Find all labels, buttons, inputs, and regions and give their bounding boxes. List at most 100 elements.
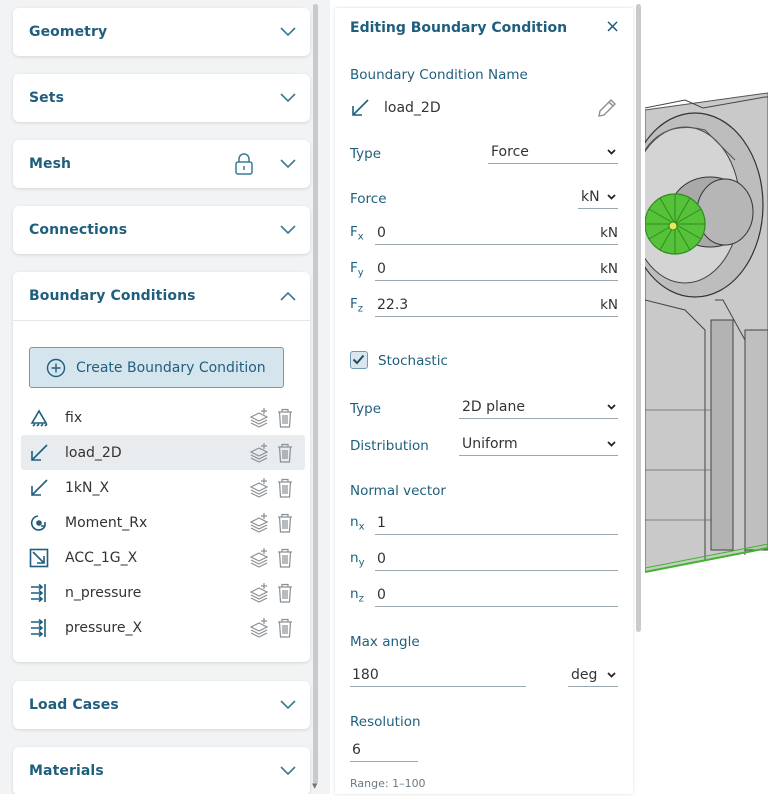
force-arrow-icon [31, 478, 48, 496]
list-item[interactable]: pressure_X [21, 610, 305, 645]
add-to-load-case-icon[interactable] [249, 617, 269, 639]
name-row: load_2D [350, 96, 618, 120]
section-geometry[interactable]: Geometry [13, 8, 310, 56]
section-load-cases-header[interactable]: Load Cases [13, 681, 310, 729]
fixed-support-icon [30, 408, 48, 427]
edit-pencil-icon[interactable] [596, 97, 618, 119]
name-value[interactable]: load_2D [384, 100, 596, 116]
stochastic-checkbox[interactable] [350, 351, 368, 369]
close-icon[interactable]: × [605, 18, 620, 36]
chevron-down-icon[interactable] [280, 225, 296, 235]
nz-input[interactable]: 0 [375, 583, 618, 607]
section-connections-header[interactable]: Connections [13, 206, 310, 254]
section-materials[interactable]: Materials [13, 747, 310, 794]
chevron-down-icon[interactable] [280, 93, 296, 103]
list-item-label: pressure_X [65, 619, 143, 636]
trash-icon[interactable] [275, 477, 295, 499]
list-item[interactable]: ACC_1G_X [21, 540, 305, 575]
section-sets-header[interactable]: Sets [13, 74, 310, 122]
max-angle-label: Max angle [350, 634, 420, 650]
list-item[interactable]: 1kN_X [21, 470, 305, 505]
resolution-range-hint: Range: 1–100 [350, 777, 426, 790]
section-title: Connections [29, 222, 128, 238]
trash-icon[interactable] [275, 582, 295, 604]
section-title: Sets [29, 90, 65, 106]
chevron-down-icon [607, 671, 616, 678]
section-materials-header[interactable]: Materials [13, 747, 310, 794]
chevron-down-icon[interactable] [280, 159, 296, 169]
stochastic-type-select[interactable]: 2D plane [459, 395, 618, 419]
list-item-label: 1kN_X [65, 479, 110, 496]
add-to-load-case-icon[interactable] [249, 512, 269, 534]
force-unit-value: kN [581, 188, 600, 205]
add-to-load-case-icon[interactable] [249, 582, 269, 604]
chevron-down-icon[interactable] [280, 766, 296, 776]
fz-input[interactable]: 22.3 kN [375, 293, 618, 317]
3d-viewport[interactable] [626, 0, 768, 794]
force-unit-select[interactable]: kN [578, 185, 618, 209]
list-item[interactable]: Moment_Rx [21, 505, 305, 540]
section-sets[interactable]: Sets [13, 74, 310, 122]
chevron-down-icon[interactable] [280, 700, 296, 710]
checkmark-icon [352, 354, 365, 365]
section-geometry-header[interactable]: Geometry [13, 8, 310, 56]
type-select[interactable]: Force [488, 140, 618, 164]
force-label: Force [350, 191, 387, 207]
fx-input[interactable]: 0 kN [375, 221, 618, 245]
trash-icon[interactable] [275, 407, 295, 429]
nx-value: 1 [377, 514, 386, 531]
distribution-label: Distribution [350, 438, 429, 454]
edit-boundary-condition-panel: Editing Boundary Condition × Boundary Co… [335, 8, 633, 794]
trash-icon[interactable] [275, 617, 295, 639]
type-select-value: Force [491, 143, 529, 160]
max-angle-input[interactable]: 180 [350, 663, 526, 687]
fy-input[interactable]: 0 kN [375, 257, 618, 281]
fx-unit: kN [600, 224, 618, 241]
divider [13, 320, 310, 321]
ny-input[interactable]: 0 [375, 547, 618, 571]
section-mesh-header[interactable]: Mesh [13, 140, 310, 188]
nx-label: nx [350, 514, 365, 533]
add-to-load-case-icon[interactable] [249, 547, 269, 569]
pressure-icon [31, 618, 46, 637]
create-button-label: Create Boundary Condition [76, 359, 266, 376]
fy-value: 0 [377, 260, 386, 277]
list-item[interactable]: fix [21, 400, 305, 435]
trash-icon[interactable] [275, 547, 295, 569]
editor-scrollbar[interactable] [636, 4, 641, 632]
stochastic-label[interactable]: Stochastic [378, 353, 448, 369]
add-to-load-case-icon[interactable] [249, 477, 269, 499]
sidebar-scrollbar[interactable] [313, 4, 318, 784]
pressure-icon [31, 583, 46, 602]
trash-icon[interactable] [275, 512, 295, 534]
model-tree-panel: Geometry Sets Mesh Connections Boundary [0, 0, 330, 794]
chevron-down-icon [607, 403, 616, 410]
list-item-label: fix [65, 409, 83, 426]
force-arrow-icon [31, 443, 48, 461]
add-to-load-case-icon[interactable] [249, 407, 269, 429]
fy-unit: kN [600, 260, 618, 277]
boundary-condition-list: fix load_2D 1kN_X Moment_Rx ACC_1G_X n_p… [21, 400, 305, 645]
list-item[interactable]: n_pressure [21, 575, 305, 610]
chevron-down-icon[interactable] [280, 27, 296, 37]
lock-icon[interactable] [234, 153, 254, 175]
section-boundary-conditions-header[interactable]: Boundary Conditions [13, 272, 310, 320]
distribution-select[interactable]: Uniform [459, 432, 618, 456]
nx-input[interactable]: 1 [375, 511, 618, 535]
create-boundary-condition-button[interactable]: Create Boundary Condition [29, 347, 284, 388]
add-to-load-case-icon[interactable] [249, 442, 269, 464]
scroll-down-arrow-icon[interactable]: ▼ [312, 782, 317, 790]
fz-unit: kN [600, 296, 618, 313]
angle-unit-select[interactable]: deg [568, 663, 618, 687]
resolution-input[interactable]: 6 [350, 738, 418, 762]
chevron-up-icon[interactable] [280, 291, 296, 301]
model-render [626, 92, 768, 573]
normal-vector-label: Normal vector [350, 483, 446, 499]
fy-label: Fy [350, 260, 364, 279]
section-load-cases[interactable]: Load Cases [13, 681, 310, 729]
trash-icon[interactable] [275, 442, 295, 464]
section-mesh[interactable]: Mesh [13, 140, 310, 188]
section-connections[interactable]: Connections [13, 206, 310, 254]
list-item-selected[interactable]: load_2D [21, 435, 305, 470]
chevron-down-icon [607, 193, 616, 200]
